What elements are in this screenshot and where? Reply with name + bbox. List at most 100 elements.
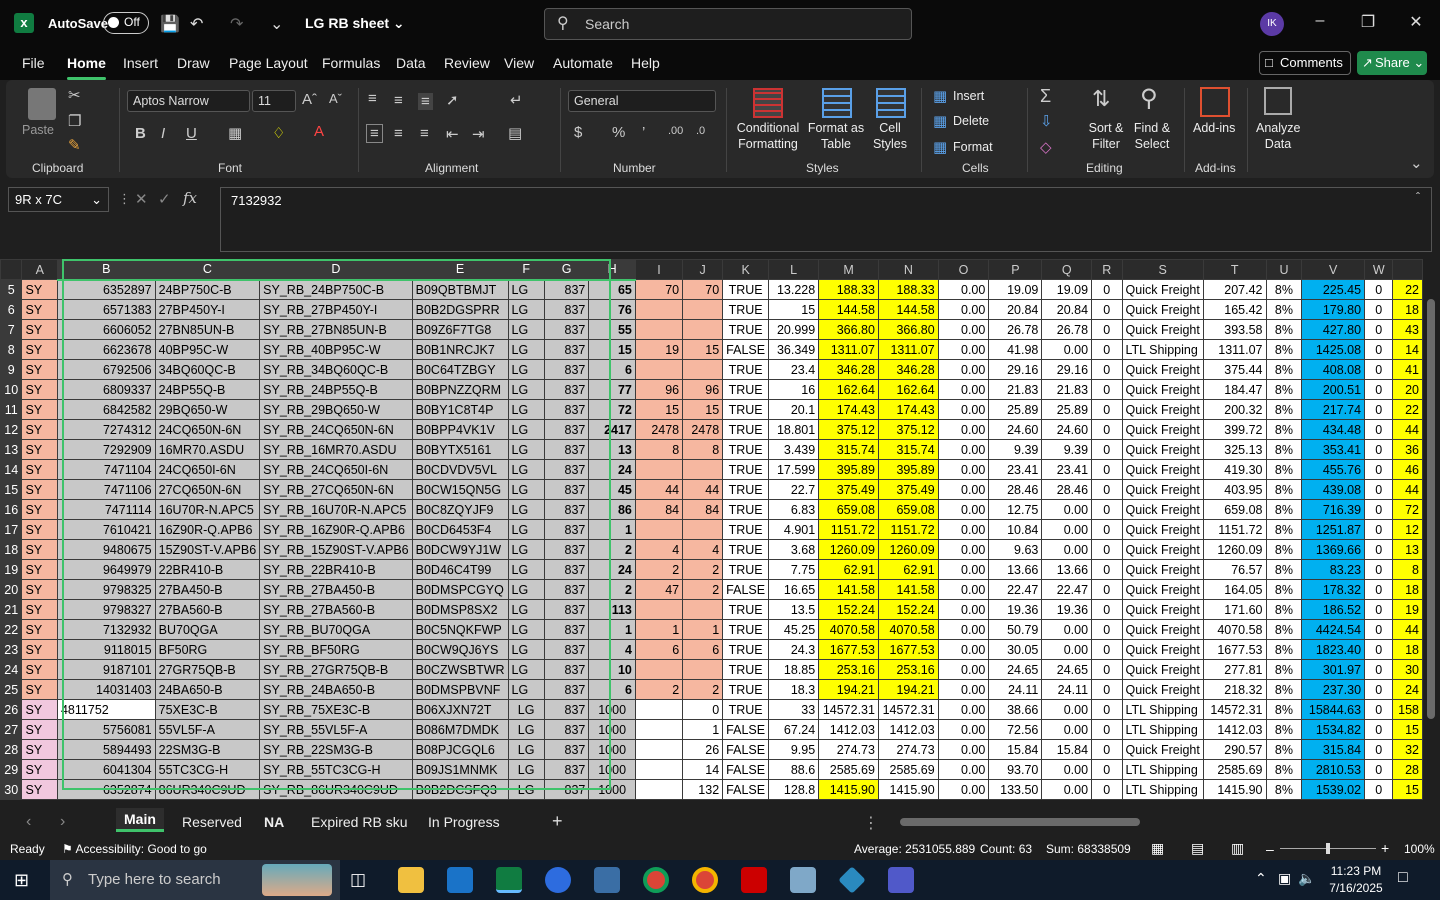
cell-n2[interactable]: 4070.58 [877, 619, 939, 640]
clock[interactable]: 11:23 PM 7/16/2025 [1316, 863, 1396, 897]
cell-i[interactable]: 47 [634, 579, 684, 600]
cell-h[interactable]: 15 [588, 339, 636, 360]
cell-u[interactable]: 8% [1265, 699, 1303, 720]
redo-icon[interactable]: ↷ [230, 14, 243, 34]
cell-p[interactable]: 50.79 [988, 619, 1043, 640]
cell-c[interactable]: 34BQ60QC-B [154, 359, 261, 380]
cell-n2[interactable]: 1412.03 [877, 719, 939, 740]
cell-d[interactable]: SY_RB_24BP55Q-B [259, 379, 413, 400]
cell-t[interactable]: 277.81 [1202, 659, 1267, 680]
wrap-text-icon[interactable]: ↵ [510, 91, 523, 109]
find-select-icon[interactable]: ⚲ [1140, 84, 1158, 113]
cell-a[interactable]: SY [21, 539, 58, 560]
copy-icon[interactable]: ❐ [68, 112, 81, 130]
cell-l[interactable]: 7.75 [768, 559, 820, 580]
cell-u[interactable]: 8% [1265, 599, 1303, 620]
cell-n2[interactable]: 144.58 [877, 299, 939, 320]
cell-b[interactable]: 7274312 [56, 419, 156, 440]
cell-l[interactable]: 22.7 [768, 479, 820, 500]
cell-k[interactable]: TRUE [722, 539, 770, 560]
cell-l[interactable]: 20.999 [768, 319, 820, 340]
merge-center-icon[interactable]: ▤ [508, 124, 522, 142]
cell-e[interactable]: B09Z6F7TG8 [411, 319, 509, 340]
cell-f[interactable]: LG [507, 299, 545, 320]
cell-w[interactable]: 0 [1364, 439, 1394, 460]
cell-x[interactable]: 158 [1392, 699, 1423, 720]
select-all-corner[interactable] [0, 259, 23, 280]
enter-icon[interactable]: ✓ [158, 190, 171, 208]
cell-b[interactable]: 9480675 [56, 539, 156, 560]
cell-h[interactable]: 76 [588, 299, 636, 320]
cell-w[interactable]: 0 [1364, 379, 1394, 400]
cell-r[interactable]: 0 [1091, 399, 1123, 420]
cell-j[interactable] [682, 599, 724, 620]
cell-p[interactable]: 133.50 [988, 779, 1043, 800]
cell-i[interactable] [634, 459, 684, 480]
cell-g[interactable]: 837 [543, 559, 590, 580]
app-icon[interactable] [790, 867, 816, 893]
cell-q[interactable]: 29.16 [1041, 359, 1093, 380]
column-header[interactable]: P [988, 259, 1043, 280]
fill-icon[interactable]: ⇩ [1040, 112, 1053, 130]
cell-m[interactable]: 174.43 [818, 399, 879, 420]
cell-a[interactable]: SY [21, 419, 58, 440]
cell-i[interactable] [634, 299, 684, 320]
cell-l[interactable]: 13.5 [768, 599, 820, 620]
cell-d[interactable]: SY_RB_24CQ650I-6N [259, 459, 413, 480]
cell-c[interactable]: 27BP450Y-I [154, 299, 261, 320]
scrollbar-thumb[interactable] [900, 818, 1140, 826]
cell-k[interactable]: TRUE [722, 699, 770, 720]
cell-b[interactable]: 7471106 [56, 479, 156, 500]
cell-s[interactable]: Quick Freight [1121, 399, 1204, 420]
cell-e[interactable]: B0B1NRCJK7 [411, 339, 509, 360]
cell-w[interactable]: 0 [1364, 779, 1394, 800]
cell-u[interactable]: 8% [1265, 439, 1303, 460]
cell-k[interactable]: TRUE [722, 479, 770, 500]
cell-m[interactable]: 375.12 [818, 419, 879, 440]
cell-x[interactable]: 46 [1392, 459, 1423, 480]
cell-n2[interactable]: 366.80 [877, 319, 939, 340]
more-icon[interactable]: ⋮ [863, 813, 879, 833]
cell-c[interactable]: 15Z90ST-V.APB6 [154, 539, 261, 560]
cell-j[interactable]: 26 [682, 739, 724, 760]
tab-na[interactable]: NA [264, 814, 284, 830]
addins-button[interactable]: Add-ins [1193, 120, 1235, 136]
cell-u[interactable]: 8% [1265, 479, 1303, 500]
cell-x[interactable]: 41 [1392, 359, 1423, 380]
cell-r[interactable]: 0 [1091, 499, 1123, 520]
cell-b[interactable]: 7292909 [56, 439, 156, 460]
cell-g[interactable]: 837 [543, 739, 590, 760]
cell-x[interactable]: 20 [1392, 379, 1423, 400]
cell-e[interactable]: B09QBTBMJT [411, 279, 509, 300]
cell-j[interactable] [682, 459, 724, 480]
menu-data[interactable]: Data [396, 55, 426, 71]
row-header[interactable]: 19 [0, 559, 23, 580]
search-highlight-image[interactable] [262, 864, 332, 896]
column-header[interactable]: T [1202, 259, 1267, 280]
column-header[interactable]: R [1091, 259, 1123, 280]
cell-q[interactable]: 20.84 [1041, 299, 1093, 320]
cell-l[interactable]: 16 [768, 379, 820, 400]
cell-h[interactable]: 1 [588, 519, 636, 540]
cell-h[interactable]: 86 [588, 499, 636, 520]
cell-w[interactable]: 0 [1364, 419, 1394, 440]
cell-b[interactable]: 9798327 [56, 599, 156, 620]
cell-f[interactable]: LG [507, 359, 545, 380]
cell-m[interactable]: 62.91 [818, 559, 879, 580]
cell-i[interactable]: 84 [634, 499, 684, 520]
cell-x[interactable]: 15 [1392, 719, 1423, 740]
cell-f[interactable]: LG [507, 719, 545, 740]
cell-a[interactable]: SY [21, 619, 58, 640]
cell-f[interactable]: LG [507, 319, 545, 340]
cell-x[interactable]: 14 [1392, 339, 1423, 360]
row-header[interactable]: 23 [0, 639, 23, 660]
cell-d[interactable]: SY_RB_22BR410-B [259, 559, 413, 580]
cell-i[interactable]: 2 [634, 679, 684, 700]
cell-b[interactable]: 7471114 [56, 499, 156, 520]
comments-button[interactable]: □ Comments [1259, 51, 1351, 75]
cell-j[interactable]: 84 [682, 499, 724, 520]
cell-r[interactable]: 0 [1091, 719, 1123, 740]
sheet-table[interactable]: ABCDEFGHIJKLMNOPQRSTUVW 5 SY 6352897 24BP75… [0, 259, 1423, 800]
cell-q[interactable]: 0.00 [1041, 779, 1093, 800]
cell-m[interactable]: 1260.09 [818, 539, 879, 560]
